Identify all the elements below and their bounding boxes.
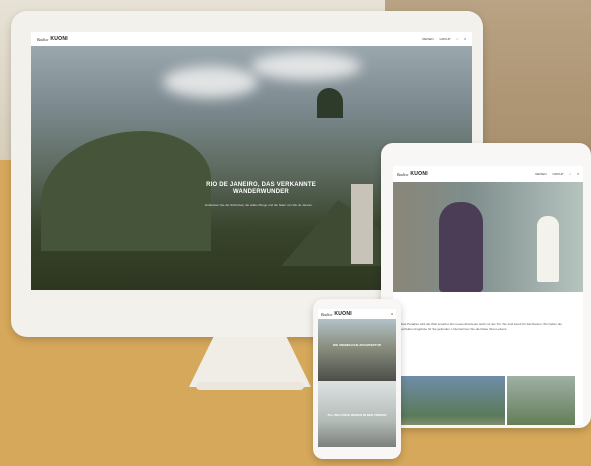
menu-icon[interactable]: ≡ (577, 172, 579, 176)
search-icon[interactable]: ⌕ (457, 37, 459, 41)
search-icon[interactable]: ⌕ (570, 172, 572, 176)
statue (351, 184, 373, 264)
nav-item-group[interactable]: GROUP (553, 172, 564, 176)
tablet-brand[interactable]: Badica KUONI (397, 171, 428, 177)
tablet-screen: Badica KUONI REISEN GROUP ⌕ ≡ Das Paradi… (393, 166, 583, 425)
tablet-image-beach[interactable] (401, 376, 505, 425)
phone-image-tropics[interactable]: ALL INCLUSIVE REISEN IN DEN TROPEN (318, 381, 396, 447)
tablet-nav: REISEN GROUP ⌕ ≡ (535, 172, 579, 176)
hawaii-dancer (439, 202, 483, 292)
nav-item-reisen[interactable]: REISEN (422, 37, 433, 41)
menu-icon[interactable]: ≡ (464, 37, 466, 41)
tablet-device: Badica KUONI REISEN GROUP ⌕ ≡ Das Paradi… (381, 143, 591, 428)
phone-header: Badica KUONI ≡ (318, 309, 396, 319)
site-header: Badica KUONI REISEN GROUP ⌕ ≡ (31, 32, 472, 46)
phone-image-architecture[interactable]: DIE UNENDLICHE ARCHITEKTUR (318, 319, 396, 381)
cloud (251, 52, 361, 80)
menu-icon[interactable]: ≡ (391, 312, 393, 316)
tablet-header: Badica KUONI REISEN GROUP ⌕ ≡ (393, 166, 583, 182)
brand-logo: KUONI (50, 36, 68, 42)
tablet-body-text: Das Paradies wird die Welt erwartet: Ein… (401, 322, 562, 331)
hero-title: RIO DE JANEIRO, DAS VERKANNTE WANDERWUND… (206, 182, 316, 196)
monitor-foot (196, 382, 304, 390)
brand-logo: KUONI (334, 311, 352, 317)
brand-script: Badica (321, 312, 333, 317)
bride (537, 216, 559, 282)
nav-item-reisen[interactable]: REISEN (535, 172, 546, 176)
cloud (163, 66, 258, 98)
header-nav: REISEN GROUP ⌕ ≡ (422, 37, 466, 41)
nav-item-group[interactable]: GROUP (440, 37, 451, 41)
sugarloaf-mountain (317, 88, 343, 118)
hero-subtitle: Entdecken Sie die Schönheit, die wilden … (205, 203, 313, 207)
tablet-hero-image (393, 182, 583, 292)
brand-script: Badica (37, 37, 49, 42)
brand-logo: KUONI (410, 171, 428, 177)
phone-device: Badica KUONI ≡ DIE UNENDLICHE ARCHITEKTU… (313, 299, 401, 459)
tablet-image-palms[interactable] (507, 376, 575, 425)
brand-script: Badica (397, 172, 409, 177)
phone-brand[interactable]: Badica KUONI (321, 311, 352, 317)
phone-caption-1: DIE UNENDLICHE ARCHITEKTUR (333, 343, 381, 347)
phone-screen: Badica KUONI ≡ DIE UNENDLICHE ARCHITEKTU… (318, 309, 396, 447)
brand[interactable]: Badica KUONI (37, 36, 68, 42)
forest-hill (41, 131, 211, 251)
phone-caption-2: ALL INCLUSIVE REISEN IN DEN TROPEN (327, 413, 387, 417)
